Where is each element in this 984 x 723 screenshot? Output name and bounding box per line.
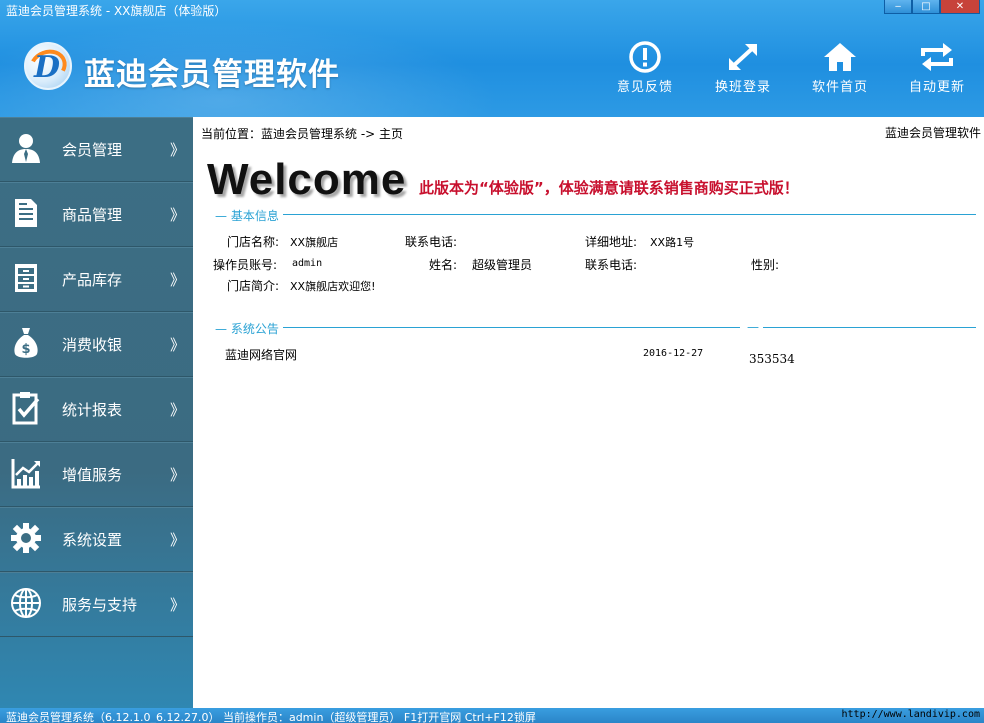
sidebar-item-product-inventory[interactable]: 产品库存 》 (0, 247, 193, 312)
announcement-date: 2016-12-27 (643, 348, 704, 359)
website-link[interactable]: http://www.landivip.com (842, 709, 980, 720)
operator-account-label: 操作员账号: (213, 258, 278, 272)
app-header: 蓝迪会员管理系统 - XX旗舰店（体验版） ‒ □ ✕ D 蓝迪会员管理软件 意… (0, 0, 984, 117)
chevron-right-icon: 》 (170, 336, 186, 354)
svg-text:$: $ (21, 342, 30, 357)
basic-info-heading: — 基本信息 (215, 207, 283, 224)
section-divider (215, 214, 976, 215)
announcement-side-value: 353534 (749, 352, 795, 366)
window-title: 蓝迪会员管理系统 - XX旗舰店（体验版） (6, 4, 227, 18)
sidebar-item-service-support[interactable]: 服务与支持 》 (0, 572, 193, 637)
globe-icon (10, 587, 42, 622)
feedback-label: 意见反馈 (616, 80, 673, 95)
address-value: XX路1号 (650, 236, 695, 249)
software-home-label: 软件首页 (811, 80, 868, 95)
chevron-right-icon: 》 (170, 531, 186, 549)
operator-account-value: admin (292, 258, 323, 269)
expand-arrows-icon (708, 40, 778, 74)
app-title: 蓝迪会员管理软件 (84, 57, 340, 93)
sidebar-item-label: 产品库存 (62, 271, 123, 289)
logo-letter: D (34, 50, 61, 85)
operator-name-label: 姓名: (429, 258, 458, 272)
main-content: 当前位置：蓝迪会员管理系统 -> 主页 蓝迪会员管理软件 Welcome 此版本… (193, 117, 984, 708)
status-left-text: 蓝迪会员管理系统（6.12.1.0_6.12.27.0） 当前操作员：admin… (6, 711, 536, 723)
auto-update-button[interactable]: 自动更新 (902, 40, 972, 95)
sidebar-item-label: 统计报表 (62, 401, 123, 419)
sidebar-item-label: 消费收银 (62, 336, 123, 354)
address-label: 详细地址: (585, 235, 638, 249)
welcome-heading: Welcome (207, 155, 407, 204)
sidebar-item-statistics-reports[interactable]: 统计报表 》 (0, 377, 193, 442)
chevron-right-icon: 》 (170, 271, 186, 289)
store-name-label: 门店名称: (227, 235, 280, 249)
announcement-side-heading: — (747, 320, 763, 334)
announcement-heading: — 系统公告 (215, 320, 283, 337)
sidebar: 会员管理 》 商品管理 》 产品库存 》 $ 消费收银 》 统计报表 》 增值服… (0, 117, 193, 708)
cabinet-icon (12, 262, 40, 297)
software-home-button[interactable]: 软件首页 (805, 40, 875, 95)
app-logo: D (24, 42, 72, 90)
money-bag-icon: $ (12, 326, 40, 363)
chevron-right-icon: 》 (170, 596, 186, 614)
refresh-icon (902, 40, 972, 74)
close-button[interactable]: ✕ (940, 0, 980, 14)
window-controls: ‒ □ ✕ (884, 0, 980, 14)
clipboard-check-icon (11, 391, 41, 428)
sidebar-item-product-management[interactable]: 商品管理 》 (0, 182, 193, 247)
sidebar-item-label: 服务与支持 (62, 596, 138, 614)
minimize-button[interactable]: ‒ (884, 0, 912, 14)
announcement-side-section: — (747, 320, 976, 334)
sidebar-item-consumption-cashier[interactable]: $ 消费收银 》 (0, 312, 193, 377)
maximize-button[interactable]: □ (912, 0, 940, 14)
auto-update-label: 自动更新 (908, 80, 965, 95)
chart-up-icon (11, 457, 41, 492)
sidebar-item-system-settings[interactable]: 系统设置 》 (0, 507, 193, 572)
chevron-right-icon: 》 (170, 401, 186, 419)
chevron-right-icon: 》 (170, 141, 186, 159)
store-name-value: XX旗舰店 (290, 236, 339, 249)
chevron-right-icon: 》 (170, 466, 186, 484)
store-intro-value: XX旗舰店欢迎您! (290, 280, 376, 293)
basic-info-section: — 基本信息 (215, 207, 976, 224)
section-divider (215, 327, 740, 328)
phone-label: 联系电话: (405, 235, 458, 249)
announcement-section: — 系统公告 (215, 320, 740, 337)
breadcrumb: 当前位置：蓝迪会员管理系统 -> 主页 (201, 127, 404, 141)
feedback-button[interactable]: 意见反馈 (610, 40, 680, 95)
user-icon (11, 132, 41, 167)
sidebar-item-value-added-services[interactable]: 增值服务 》 (0, 442, 193, 507)
exclamation-circle-icon (610, 40, 680, 74)
section-divider (747, 327, 976, 328)
trial-notice: 此版本为“体验版”，体验满意请联系销售商购买正式版！ (419, 179, 799, 197)
top-right-title: 蓝迪会员管理软件 (884, 126, 981, 140)
announcement-title[interactable]: 蓝迪网络官网 (225, 346, 297, 363)
sidebar-item-label: 系统设置 (62, 531, 123, 549)
sidebar-item-member-management[interactable]: 会员管理 》 (0, 117, 193, 182)
document-icon (12, 197, 40, 232)
store-intro-label: 门店简介: (227, 279, 280, 293)
status-bar: 蓝迪会员管理系统（6.12.1.0_6.12.27.0） 当前操作员：admin… (0, 708, 984, 723)
home-icon (805, 40, 875, 74)
chevron-right-icon: 》 (170, 206, 186, 224)
gear-icon (10, 522, 42, 557)
operator-name-value: 超级管理员 (472, 258, 533, 272)
shift-login-label: 换班登录 (714, 80, 771, 95)
sidebar-item-label: 增值服务 (62, 466, 123, 484)
phone2-label: 联系电话: (585, 258, 638, 272)
gender-label: 性别: (751, 258, 780, 272)
sidebar-item-label: 商品管理 (62, 206, 123, 224)
sidebar-item-label: 会员管理 (62, 141, 123, 159)
shift-login-button[interactable]: 换班登录 (708, 40, 778, 95)
